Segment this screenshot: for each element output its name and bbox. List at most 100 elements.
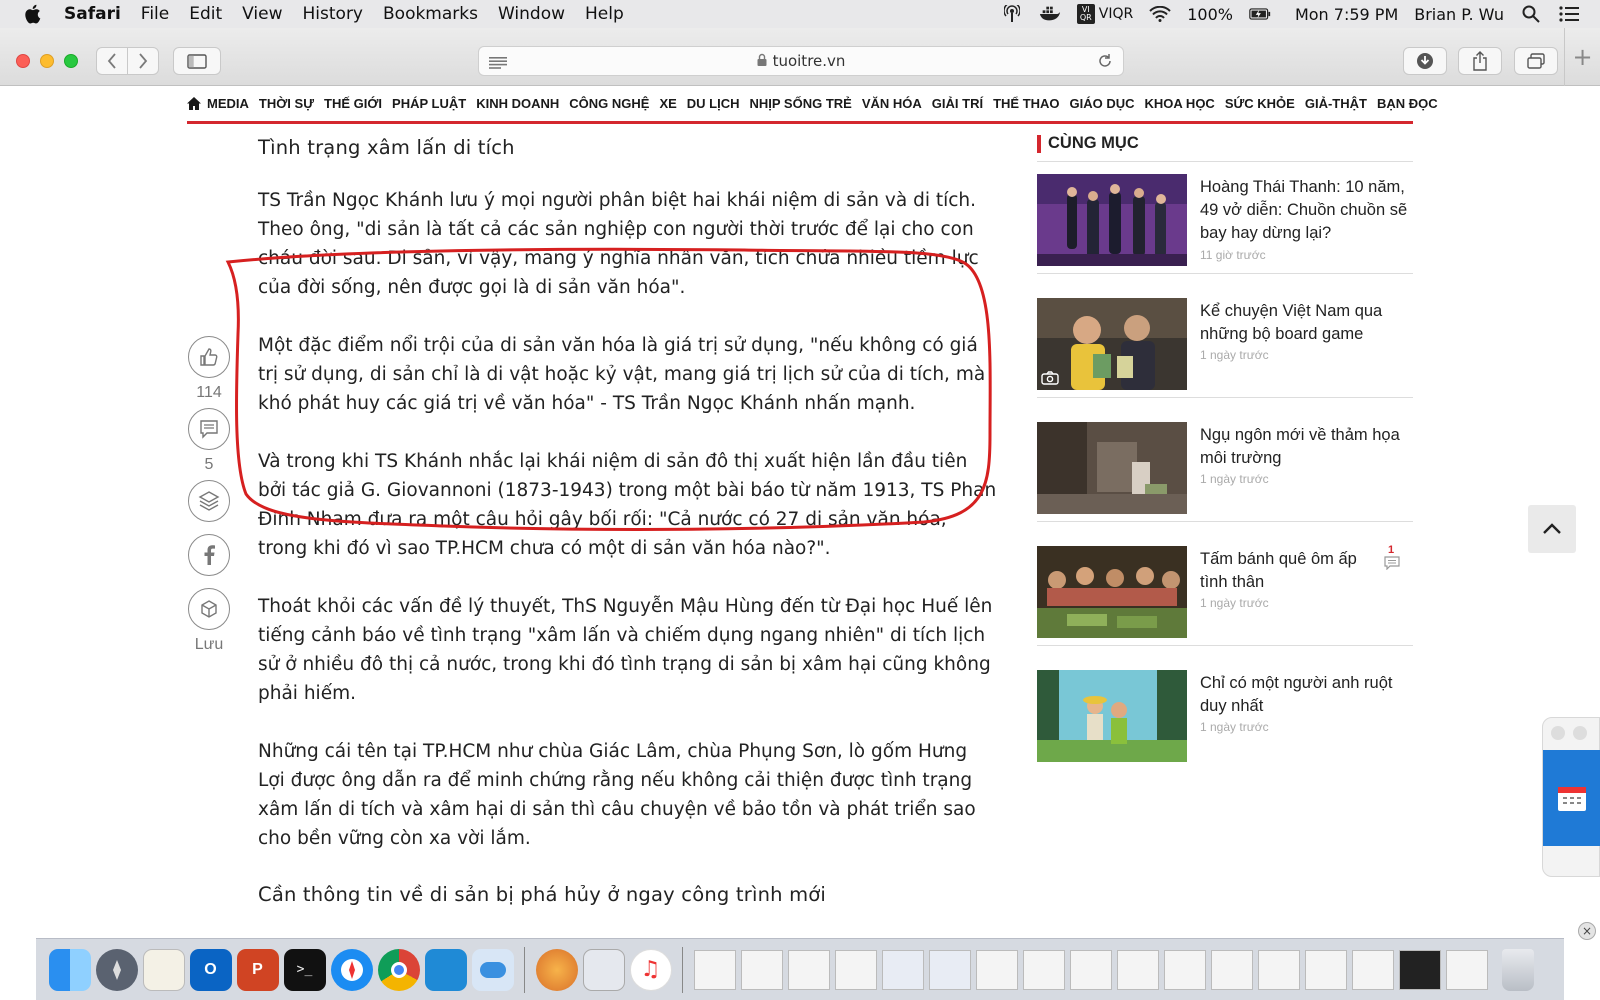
minimized-window[interactable] — [881, 949, 924, 990]
nav-item-ban-doc[interactable]: BẠN ĐỌC — [1377, 96, 1438, 111]
safari-icon[interactable] — [330, 948, 373, 991]
related-article[interactable]: Kể chuyện Việt Nam qua những bộ board ga… — [1037, 286, 1413, 398]
widget-close-icon[interactable] — [1551, 726, 1565, 740]
airdrop-icon[interactable] — [1001, 4, 1023, 24]
floating-calendar-widget[interactable] — [1542, 717, 1600, 877]
nav-item-kinh-doanh[interactable]: KINH DOANH — [476, 96, 559, 111]
nav-item-suc-khoe[interactable]: SỨC KHỎE — [1225, 96, 1295, 111]
close-window-button[interactable] — [16, 54, 30, 68]
layers-button[interactable] — [188, 480, 230, 522]
textedit-icon[interactable] — [142, 948, 185, 991]
comment-button[interactable] — [188, 408, 230, 450]
sidebar-toggle-button[interactable] — [173, 47, 221, 75]
minimized-window[interactable] — [1116, 949, 1159, 990]
related-article-title[interactable]: Ngụ ngôn mới về thảm họa môi trường — [1200, 424, 1412, 470]
menu-bookmarks[interactable]: Bookmarks — [383, 4, 478, 24]
forward-button[interactable] — [127, 47, 159, 75]
user-name[interactable]: Brian P. Wu — [1414, 5, 1504, 24]
nav-item-giai-tri[interactable]: GIẢI TRÍ — [932, 96, 983, 111]
chrome-icon[interactable] — [377, 948, 420, 991]
zoom-window-button[interactable] — [64, 54, 78, 68]
address-bar[interactable]: tuoitre.vn — [478, 46, 1124, 76]
article-thumbnail[interactable] — [1037, 422, 1187, 514]
save-button[interactable] — [188, 588, 230, 630]
reader-view-icon[interactable] — [489, 55, 507, 73]
vscode-icon[interactable] — [424, 948, 467, 991]
nav-item-media[interactable]: MEDIA — [207, 96, 249, 111]
menu-edit[interactable]: Edit — [189, 4, 222, 24]
minimized-window[interactable] — [1351, 949, 1394, 990]
share-button[interactable] — [1458, 47, 1502, 75]
comment-badge[interactable]: 1 — [1382, 544, 1402, 572]
article-thumbnail[interactable] — [1037, 174, 1187, 266]
menu-clock[interactable]: Mon 7:59 PM — [1295, 5, 1398, 24]
nav-item-giao-duc[interactable]: GIÁO DỤC — [1070, 96, 1135, 111]
notification-center-icon[interactable] — [1558, 4, 1580, 24]
tabs-overview-button[interactable] — [1514, 47, 1558, 75]
menu-safari[interactable]: Safari — [64, 4, 121, 24]
article-thumbnail[interactable] — [1037, 546, 1187, 638]
related-article-title[interactable]: Kể chuyện Việt Nam qua những bộ board ga… — [1200, 300, 1412, 346]
minimized-window[interactable] — [1163, 949, 1206, 990]
related-article[interactable]: Ngụ ngôn mới về thảm họa môi trường 1 ng… — [1037, 410, 1413, 522]
widget-expand-icon[interactable] — [1573, 726, 1587, 740]
nav-item-phap-luat[interactable]: PHÁP LUẬT — [392, 96, 466, 111]
minimized-window[interactable] — [975, 949, 1018, 990]
related-article-title[interactable]: Hoàng Thái Thanh: 10 năm, 49 vở diễn: Ch… — [1200, 176, 1412, 245]
nav-item-thoi-su[interactable]: THỜI SỰ — [259, 96, 314, 111]
wifi-icon[interactable] — [1149, 4, 1171, 24]
related-article[interactable]: Tấm bánh quê ôm ấp tình thân 1 ngày trướ… — [1037, 534, 1413, 646]
menu-help[interactable]: Help — [585, 4, 624, 24]
cloud-app-icon[interactable] — [471, 948, 514, 991]
terminal-icon[interactable]: >_ — [283, 948, 326, 991]
related-article[interactable]: Hoàng Thái Thanh: 10 năm, 49 vở diễn: Ch… — [1037, 162, 1413, 274]
nav-item-nhip-song-tre[interactable]: NHỊP SỐNG TRẺ — [750, 96, 852, 111]
minimized-window[interactable] — [1069, 949, 1112, 990]
trash-icon[interactable] — [1502, 948, 1534, 991]
nav-item-cong-nghe[interactable]: CÔNG NGHỆ — [569, 96, 649, 111]
minimized-window[interactable] — [787, 949, 830, 990]
nav-item-xe[interactable]: XE — [659, 96, 676, 111]
apple-menu-icon[interactable] — [24, 4, 42, 24]
minimized-window[interactable] — [1304, 949, 1347, 990]
nav-item-gia-that[interactable]: GIẢ-THẬT — [1305, 96, 1367, 111]
minimized-window[interactable] — [1210, 949, 1253, 990]
related-article-title[interactable]: Tấm bánh quê ôm ấp tình thân — [1200, 548, 1370, 594]
menu-view[interactable]: View — [242, 4, 282, 24]
scroll-to-top-button[interactable] — [1528, 505, 1576, 553]
article-thumbnail[interactable] — [1037, 670, 1187, 762]
minimized-window[interactable] — [834, 949, 877, 990]
close-icon[interactable]: × — [1578, 922, 1596, 940]
like-button[interactable] — [188, 336, 230, 378]
preview-icon[interactable] — [582, 948, 625, 991]
nav-item-du-lich[interactable]: DU LỊCH — [687, 96, 740, 111]
menu-history[interactable]: History — [303, 4, 363, 24]
back-button[interactable] — [96, 47, 128, 75]
nav-item-van-hoa[interactable]: VĂN HÓA — [862, 96, 922, 111]
nav-item-the-gioi[interactable]: THẾ GIỚI — [324, 96, 382, 111]
minimized-window[interactable] — [1022, 949, 1065, 990]
related-article[interactable]: Chỉ có một người anh ruột duy nhất 1 ngà… — [1037, 658, 1413, 770]
minimize-window-button[interactable] — [40, 54, 54, 68]
minimized-window[interactable] — [1445, 949, 1488, 990]
downloads-button[interactable] — [1403, 47, 1447, 75]
docker-icon[interactable] — [1039, 4, 1061, 24]
battery-charging-icon[interactable] — [1249, 4, 1271, 24]
home-icon[interactable] — [187, 97, 201, 110]
spiral-app-icon[interactable] — [535, 948, 578, 991]
menu-window[interactable]: Window — [498, 4, 565, 24]
powerpoint-icon[interactable]: P — [236, 948, 279, 991]
related-article-title[interactable]: Chỉ có một người anh ruột duy nhất — [1200, 672, 1412, 718]
nav-item-the-thao[interactable]: THỂ THAO — [993, 96, 1059, 111]
minimized-window[interactable] — [928, 949, 971, 990]
facebook-share-button[interactable] — [188, 534, 230, 576]
music-icon[interactable]: ♫ — [629, 948, 672, 991]
launchpad-icon[interactable] — [95, 948, 138, 991]
new-tab-button[interactable]: + — [1564, 28, 1600, 86]
minimized-window[interactable] — [1257, 949, 1300, 990]
spotlight-search-icon[interactable] — [1520, 4, 1542, 24]
input-source-indicator[interactable]: VI QR VIQR — [1076, 4, 1133, 24]
reload-icon[interactable] — [1097, 53, 1113, 73]
minimized-window[interactable] — [693, 949, 736, 990]
article-thumbnail[interactable] — [1037, 298, 1187, 390]
